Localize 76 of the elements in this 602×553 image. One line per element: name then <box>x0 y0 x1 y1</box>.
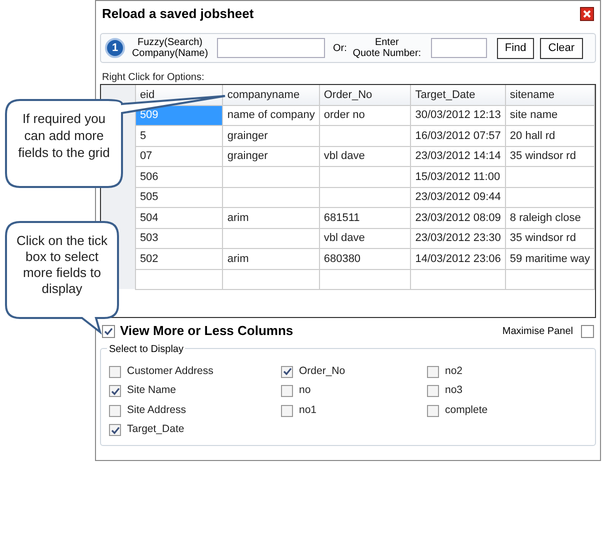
table-cell[interactable]: vbl dave <box>319 146 411 166</box>
checkbox-label: no2 <box>445 364 463 379</box>
table-cell[interactable]: 506 <box>135 166 223 187</box>
checkbox-label: Order_No <box>299 364 346 379</box>
field-label: Enter <box>374 37 399 48</box>
checkbox-label: Site Name <box>127 383 176 398</box>
table-cell[interactable]: 23/03/2012 09:44 <box>410 187 506 208</box>
checkbox[interactable] <box>427 404 439 417</box>
checkbox-label: no <box>299 383 311 398</box>
table-cell[interactable]: order no <box>319 105 411 126</box>
action-button[interactable]: Find <box>496 38 534 58</box>
action-button[interactable]: Clear <box>540 38 583 58</box>
table-cell[interactable]: 503 <box>135 228 223 248</box>
table-cell[interactable]: 15/03/2012 11:00 <box>410 166 506 187</box>
table-cell[interactable]: 30/03/2012 12:13 <box>410 105 506 126</box>
checkbox-label: Customer Address <box>127 364 214 379</box>
table-cell[interactable]: name of company <box>222 105 320 126</box>
checkbox[interactable] <box>581 324 594 338</box>
checkbox[interactable] <box>109 385 121 398</box>
table-cell[interactable]: grainger <box>222 146 320 166</box>
table-cell[interactable]: 681511 <box>319 208 411 228</box>
table-cell[interactable]: 16/03/2012 07:57 <box>410 126 506 146</box>
table-cell[interactable]: 23/03/2012 23:30 <box>410 228 506 248</box>
checkbox[interactable] <box>427 385 439 398</box>
table-cell[interactable]: site name <box>505 105 594 126</box>
checkbox-label: View More or Less Columns <box>120 322 294 340</box>
table-cell[interactable]: 35 windsor rd <box>505 146 594 166</box>
checkbox[interactable] <box>109 366 121 378</box>
table-cell[interactable]: 680380 <box>319 248 411 269</box>
checkbox-label: complete <box>445 402 488 418</box>
column-header[interactable]: Order_No <box>319 85 411 105</box>
table-cell[interactable]: arim <box>222 208 320 228</box>
table-cell[interactable]: arim <box>222 248 320 269</box>
close-button[interactable] <box>580 7 594 21</box>
table-cell[interactable]: 14/03/2012 23:06 <box>410 248 506 269</box>
table-cell[interactable]: 23/03/2012 14:14 <box>410 146 506 166</box>
checkbox-label: no1 <box>299 402 317 418</box>
table-cell[interactable]: 07 <box>135 146 223 166</box>
table-cell[interactable]: 20 hall rd <box>505 126 594 146</box>
checkbox[interactable] <box>427 366 439 378</box>
callout-text: If required you can add more fields to the grid <box>17 110 111 161</box>
step-badge: 1 <box>105 38 125 58</box>
checkbox[interactable] <box>281 404 293 417</box>
input-field[interactable] <box>430 38 487 58</box>
checkbox-label: no3 <box>445 383 463 398</box>
checkbox-label: Maximise Panel <box>502 324 573 338</box>
window-title: Reload a saved jobsheet <box>102 5 254 24</box>
checkbox-label: Target_Date <box>127 422 184 438</box>
column-header[interactable]: Target_Date <box>410 85 506 105</box>
checkbox[interactable] <box>281 385 293 398</box>
checkbox[interactable] <box>109 424 121 436</box>
table-cell[interactable]: 23/03/2012 08:09 <box>410 208 506 228</box>
field-label: Fuzzy(Search) <box>137 37 202 48</box>
column-header[interactable]: companyname <box>222 85 320 105</box>
table-cell[interactable]: vbl dave <box>319 228 411 248</box>
field-label: Or: <box>333 42 347 56</box>
table-cell[interactable]: 59 maritime way <box>505 248 594 269</box>
callout-text: Click on the tick box to select more fields to display <box>15 233 109 297</box>
checkbox[interactable] <box>109 404 121 417</box>
checkbox-label: Site Address <box>127 402 186 418</box>
group-title: Select to Display <box>107 342 186 357</box>
table-cell[interactable]: 502 <box>135 248 223 269</box>
table-cell[interactable]: 504 <box>135 208 223 228</box>
table-cell[interactable]: 5 <box>135 126 223 146</box>
input-field[interactable] <box>217 38 325 58</box>
field-label: Company(Name) <box>132 48 208 59</box>
table-cell[interactable]: grainger <box>222 126 320 146</box>
checkbox[interactable] <box>102 324 115 338</box>
table-cell[interactable]: 35 windsor rd <box>505 228 594 248</box>
checkbox[interactable] <box>281 366 293 378</box>
close-icon <box>582 9 592 19</box>
column-header[interactable]: sitename <box>505 85 594 105</box>
field-label: Quote Number: <box>352 48 422 59</box>
table-cell[interactable]: 8 raleigh close <box>505 208 594 228</box>
grid-hint: Right Click for Options: <box>101 72 206 84</box>
table-cell[interactable]: 505 <box>135 187 223 208</box>
